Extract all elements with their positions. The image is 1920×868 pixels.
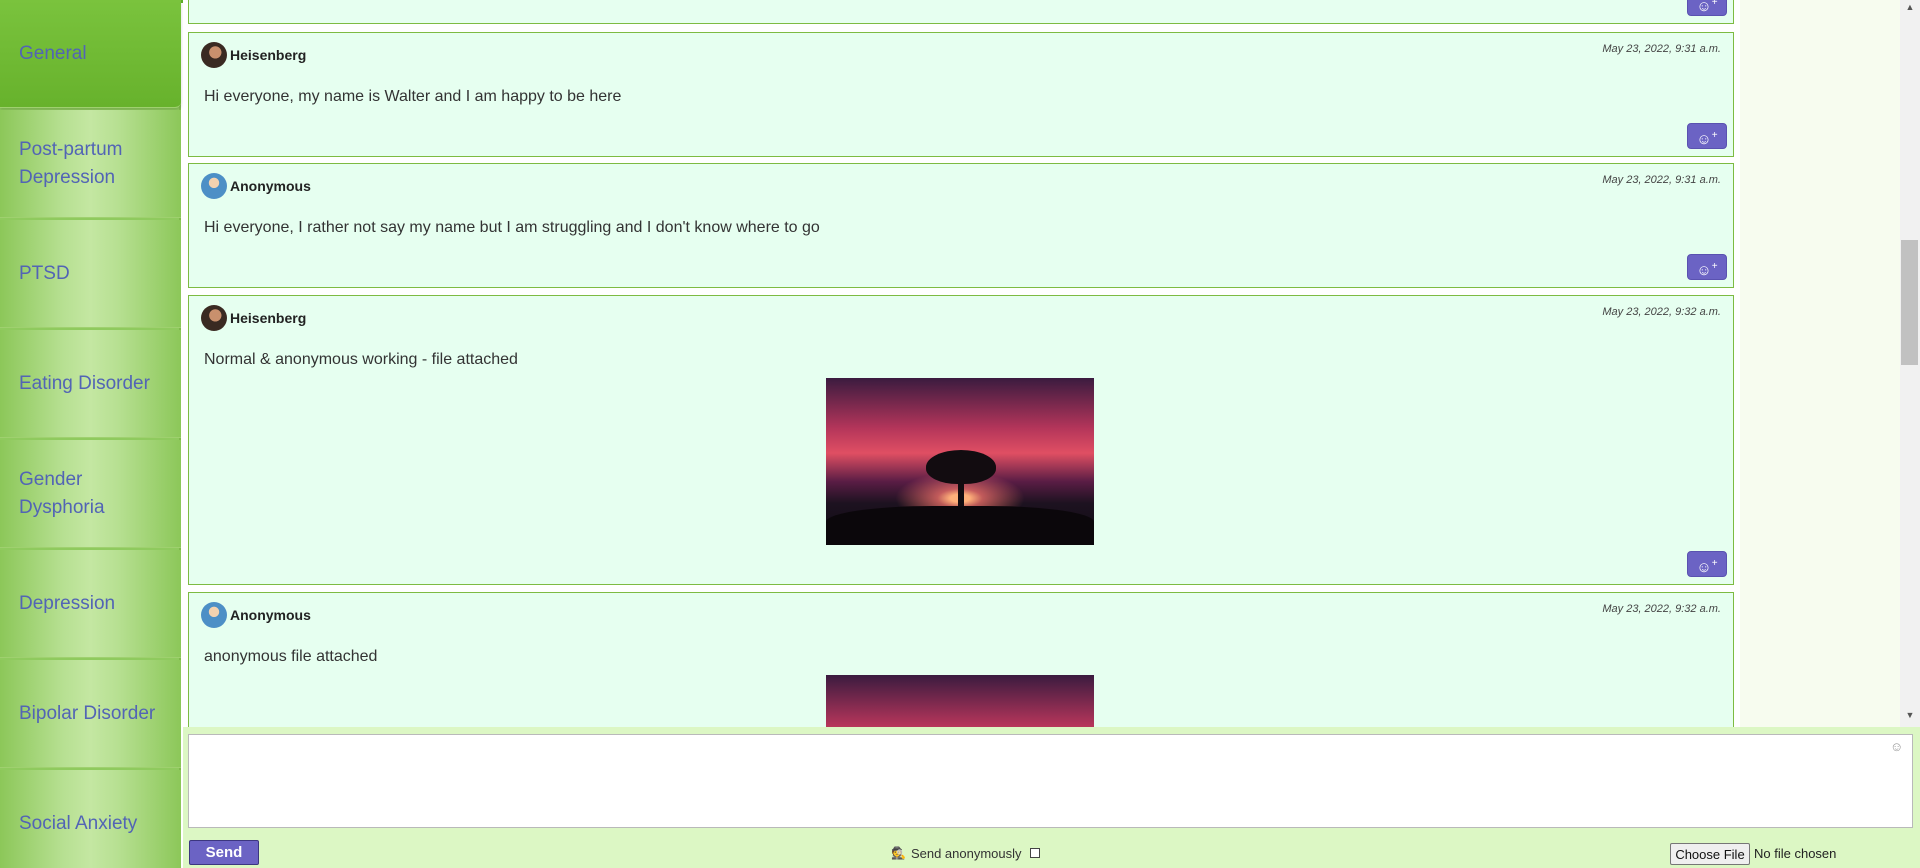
sidebar-item-label: Post-partum Depression [19, 138, 123, 188]
scroll-up-arrow[interactable]: ▲ [1900, 0, 1920, 14]
sidebar-item-ptsd[interactable]: PTSD [0, 220, 181, 328]
sidebar-item-gender-dysphoria[interactable]: Gender Dysphoria [0, 440, 181, 548]
send-anonymously-label: Send anonymously [910, 845, 1022, 861]
message-text: Normal & anonymous working - file attach… [204, 351, 518, 368]
add-reaction-icon: ☺+ [1696, 261, 1718, 279]
tree-trunk [958, 478, 964, 508]
sidebar-item-label: General [19, 42, 87, 64]
message-author: Heisenberg [230, 310, 307, 326]
sidebar-item-general[interactable]: General [0, 0, 181, 108]
message-author: Anonymous [230, 178, 311, 194]
sidebar-item-label: PTSD [19, 262, 70, 284]
message-text: Hi everyone, I rather not say my name bu… [204, 219, 820, 236]
avatar [201, 173, 227, 199]
channel-sidebar: General Post-partum Depression PTSD Eati… [0, 0, 181, 868]
sidebar-item-depression[interactable]: Depression [0, 550, 181, 658]
scroll-down-arrow[interactable]: ▼ [1900, 708, 1920, 722]
sidebar-item-label: Gender Dysphoria [19, 468, 105, 518]
emoji-icon[interactable]: ☺ [1890, 740, 1904, 754]
message-card-previous: ☺+ [188, 0, 1734, 24]
add-reaction-icon: ☺+ [1696, 0, 1718, 15]
send-anonymously-checkbox[interactable] [1029, 848, 1040, 858]
message-author: Heisenberg [230, 47, 307, 63]
add-reaction-button[interactable]: ☺+ [1687, 551, 1727, 577]
sidebar-item-label: Eating Disorder [19, 372, 150, 394]
scrollbar-thumb[interactable] [1901, 240, 1918, 365]
message-card: Heisenberg May 23, 2022, 9:31 a.m. Hi ev… [188, 32, 1734, 157]
sidebar-item-label: Bipolar Disorder [19, 702, 156, 724]
add-reaction-icon: ☺+ [1696, 130, 1718, 148]
right-margin [1740, 0, 1904, 730]
choose-file-button[interactable]: Choose File [1670, 843, 1750, 865]
avatar [201, 602, 227, 628]
sidebar-item-label: Depression [19, 592, 116, 614]
message-timestamp: May 23, 2022, 9:31 a.m. [1602, 43, 1721, 55]
message-card: Heisenberg May 23, 2022, 9:32 a.m. Norma… [188, 295, 1734, 585]
sidebar-item-label: Social Anxiety [19, 812, 138, 834]
add-reaction-button[interactable]: ☺+ [1687, 254, 1727, 280]
chat-log: ☺+ Heisenberg May 23, 2022, 9:31 a.m. Hi… [183, 0, 1740, 727]
chat-scrollbar[interactable] [1900, 0, 1920, 730]
send-anonymously-option: 🕵 Send anonymously [891, 843, 1040, 863]
message-input[interactable] [188, 734, 1913, 828]
message-card: Anonymous May 23, 2022, 9:31 a.m. Hi eve… [188, 163, 1734, 288]
sidebar-item-post-partum-depression[interactable]: Post-partum Depression [0, 110, 181, 218]
message-timestamp: May 23, 2022, 9:32 a.m. [1602, 306, 1721, 318]
message-timestamp: May 23, 2022, 9:32 a.m. [1602, 603, 1721, 615]
attached-image[interactable] [826, 378, 1094, 545]
send-button[interactable]: Send [189, 840, 259, 865]
message-timestamp: May 23, 2022, 9:31 a.m. [1602, 174, 1721, 186]
avatar [201, 305, 227, 331]
add-reaction-button[interactable]: ☺+ [1687, 123, 1727, 149]
avatar [201, 42, 227, 68]
add-reaction-button[interactable]: ☺+ [1687, 0, 1727, 16]
message-text: Hi everyone, my name is Walter and I am … [204, 88, 622, 105]
ground-silhouette [826, 506, 1094, 545]
sidebar-item-social-anxiety[interactable]: Social Anxiety [0, 770, 181, 868]
sidebar-item-bipolar-disorder[interactable]: Bipolar Disorder [0, 660, 181, 768]
sidebar-item-eating-disorder[interactable]: Eating Disorder [0, 330, 181, 438]
file-status-text: No file chosen [1754, 846, 1837, 861]
spy-icon: 🕵 [891, 846, 906, 860]
message-text: anonymous file attached [204, 648, 378, 665]
message-card: Anonymous May 23, 2022, 9:32 a.m. anonym… [188, 592, 1734, 727]
attached-image[interactable] [826, 675, 1094, 727]
add-reaction-icon: ☺+ [1696, 558, 1718, 576]
message-author: Anonymous [230, 607, 311, 623]
